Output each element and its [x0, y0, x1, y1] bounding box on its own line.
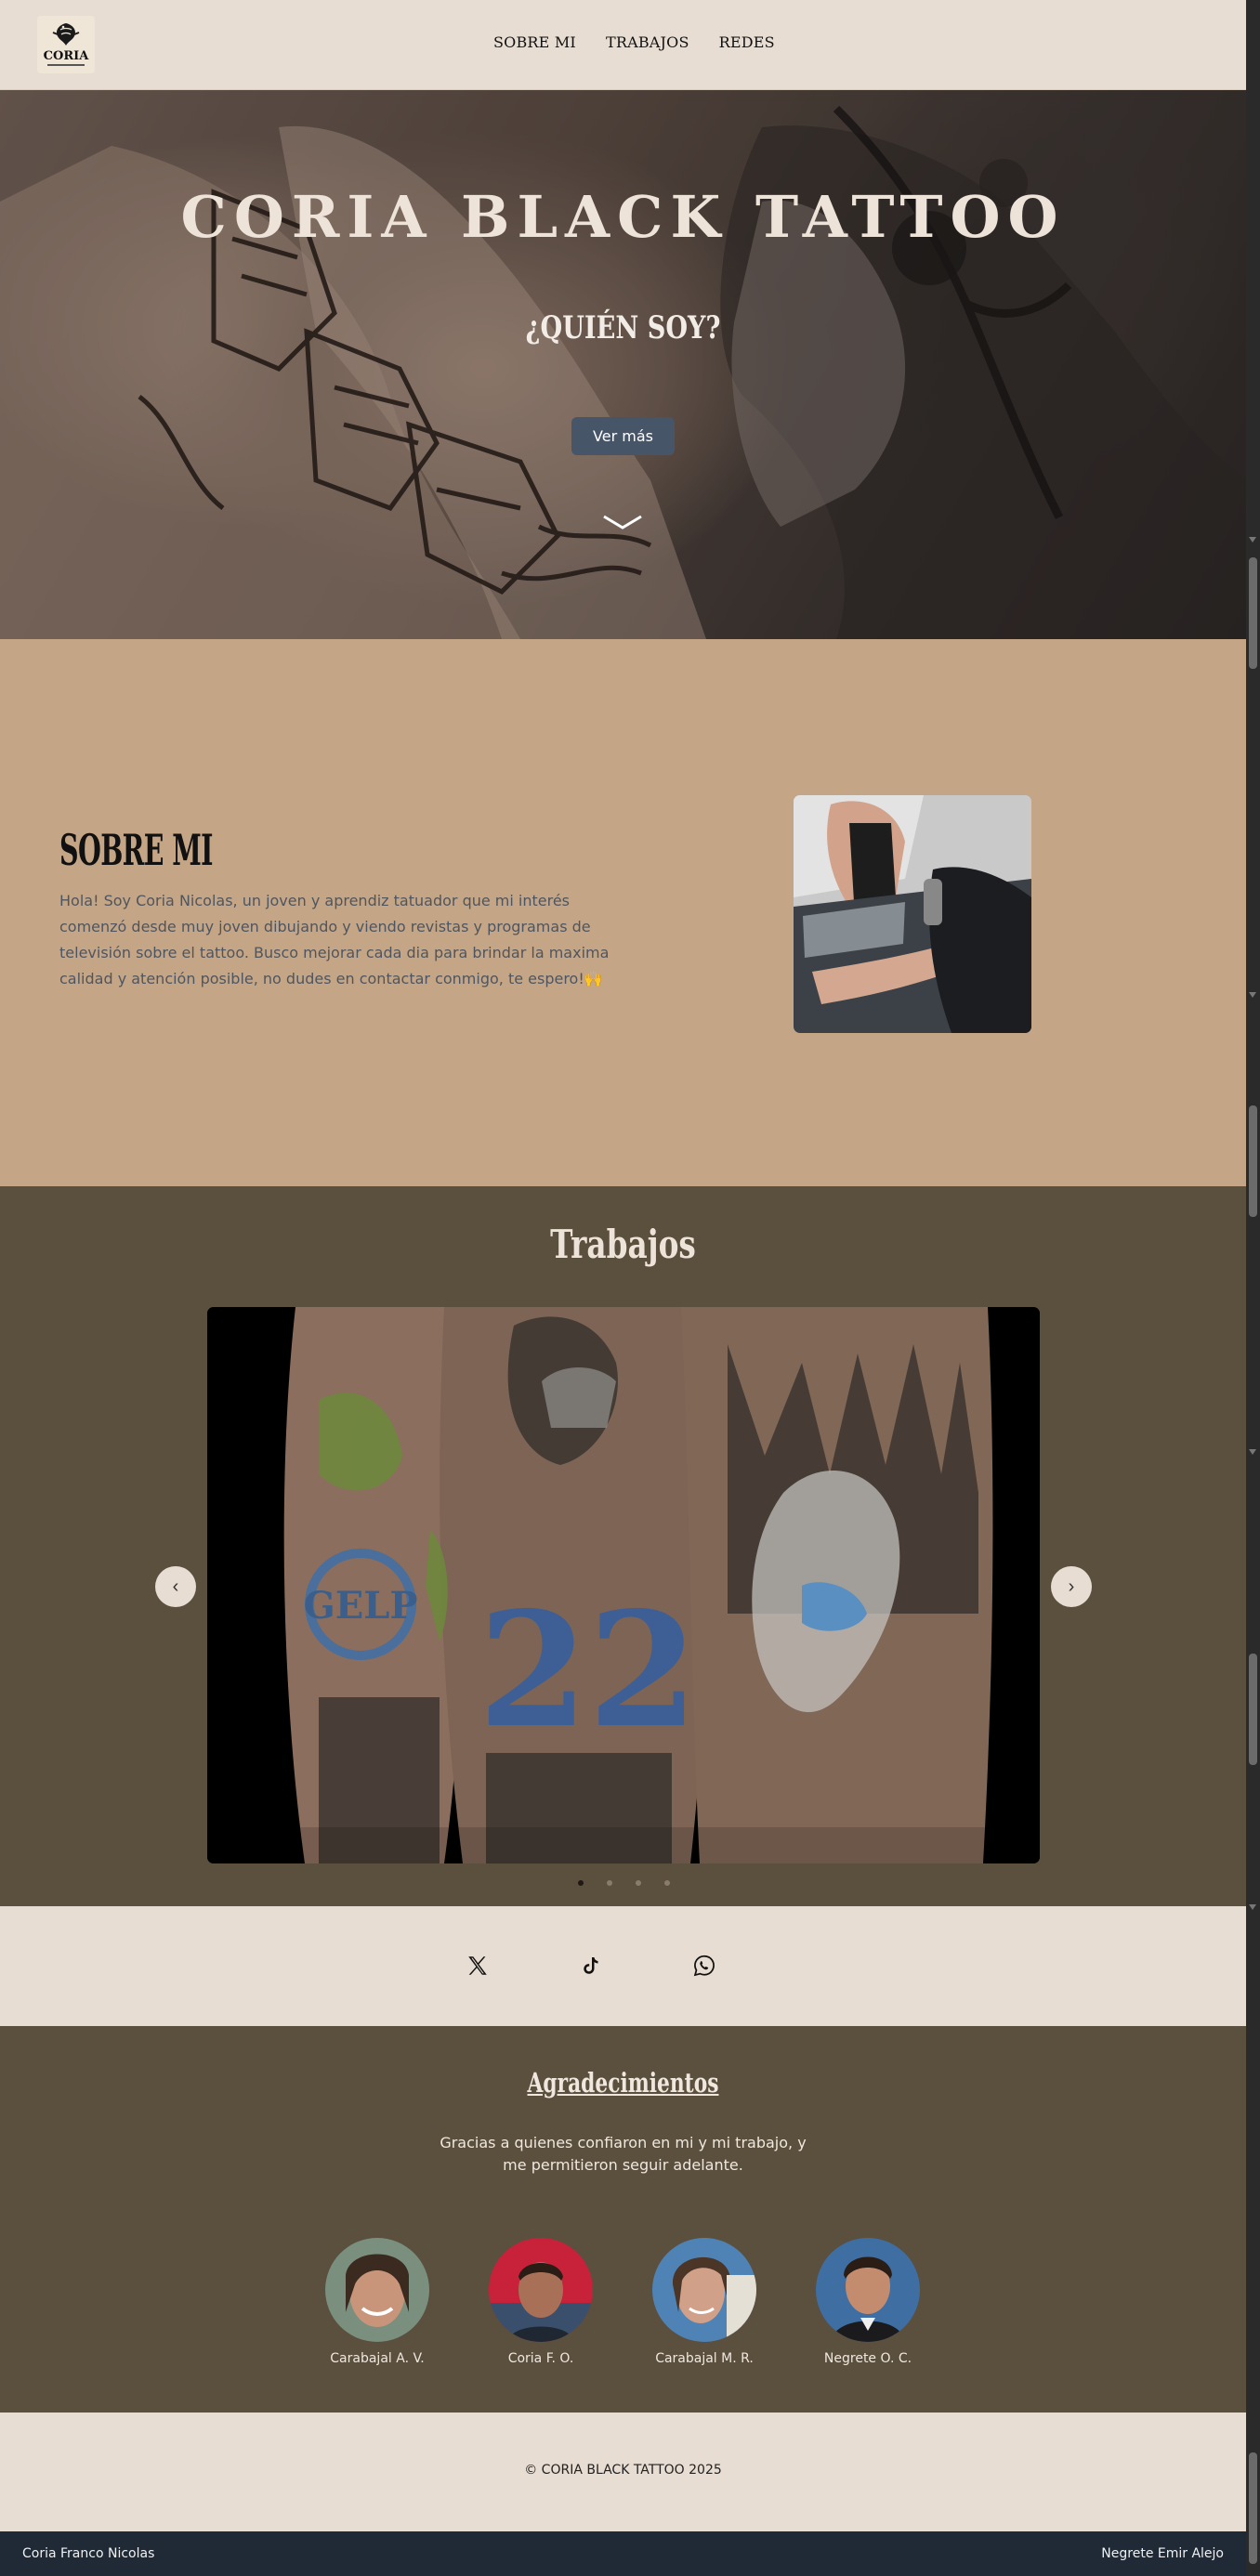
thanks-person: Carabajal M. R.: [639, 2238, 769, 2366]
ver-mas-button[interactable]: Ver más: [571, 417, 675, 455]
person-name: Carabajal A. V.: [330, 2351, 425, 2366]
hero-background-image: [0, 90, 1246, 639]
nav-link-trabajos[interactable]: TRABAJOS: [606, 33, 689, 51]
works-carousel[interactable]: GELP 22: [207, 1307, 1040, 1863]
hero-section: CORIA BLACK TATTOO ¿QUIÉN SOY? Ver más: [0, 90, 1246, 639]
carousel-next-button[interactable]: ›: [1051, 1566, 1092, 1607]
x-icon[interactable]: [461, 1949, 494, 1982]
scrollbar-thumb[interactable]: [1249, 2452, 1257, 2564]
scrollbar-thumb[interactable]: [1249, 557, 1257, 669]
scrollbar-thumb[interactable]: [1249, 1654, 1257, 1765]
logo-text: CORIA: [43, 49, 89, 63]
nav-link-sobre-mi[interactable]: SOBRE MI: [493, 33, 576, 51]
thanks-person: Carabajal A. V.: [312, 2238, 442, 2366]
page: CORIA SOBRE MI TRABAJOS REDES CORIA BLAC…: [0, 0, 1246, 2576]
avatar: [816, 2238, 920, 2342]
thanks-person: Coria F. O.: [476, 2238, 606, 2366]
person-name: Negrete O. C.: [823, 2351, 912, 2366]
whatsapp-icon[interactable]: [688, 1949, 721, 1982]
thanks-title: Agradecimientos: [527, 2067, 719, 2099]
carousel-indicators: [578, 1880, 670, 1886]
about-text: Hola! Soy Coria Nicolas, un joven y apre…: [59, 892, 610, 987]
carousel-dot[interactable]: [578, 1880, 584, 1886]
copyright-text: © CORIA BLACK TATTOO 2025: [524, 2463, 722, 2478]
tattoo-artist-photo: [794, 795, 1031, 1033]
person-name: Carabajal M. R.: [655, 2351, 754, 2366]
page-scrollbar[interactable]: [1246, 0, 1260, 2576]
svg-text:GELP: GELP: [304, 1584, 418, 1628]
scroll-down-icon[interactable]: [1249, 537, 1256, 543]
nav-link-redes[interactable]: REDES: [719, 33, 775, 51]
carousel-dot[interactable]: [636, 1880, 641, 1886]
chevron-down-icon[interactable]: [602, 513, 643, 531]
avatar: [652, 2238, 756, 2342]
credit-right: Negrete Emir Alejo: [1101, 2546, 1224, 2561]
scroll-down-icon[interactable]: [1249, 1904, 1256, 1910]
credits-bar: Coria Franco Nicolas Negrete Emir Alejo: [0, 2531, 1246, 2576]
scrollbar-thumb[interactable]: [1249, 1105, 1257, 1217]
dragon-logo-icon: [52, 23, 80, 46]
scroll-down-icon[interactable]: [1249, 992, 1256, 998]
tiktok-icon[interactable]: [574, 1949, 608, 1982]
scroll-down-icon[interactable]: [1249, 1449, 1256, 1455]
slide-number-text: 22: [479, 1577, 699, 1763]
credit-left: Coria Franco Nicolas: [22, 2546, 155, 2561]
site-footer: © CORIA BLACK TATTOO 2025: [0, 2413, 1246, 2531]
person-name: Coria F. O.: [507, 2351, 574, 2366]
thanks-section: Agradecimientos Gracias a quienes confia…: [0, 2026, 1246, 2413]
thanks-person: Negrete O. C.: [803, 2238, 933, 2366]
site-header: CORIA SOBRE MI TRABAJOS REDES: [0, 0, 1246, 90]
logo-underline: [37, 64, 95, 67]
thanks-text: Gracias a quienes confiaron en mi y mi t…: [440, 2134, 807, 2174]
hero-subtitle: ¿QUIÉN SOY?: [525, 309, 721, 347]
about-title: SOBRE MI: [59, 825, 213, 875]
about-section: SOBRE MI Hola! Soy Coria Nicolas, un jov…: [0, 639, 1246, 1186]
carousel-dot[interactable]: [607, 1880, 612, 1886]
avatar: [325, 2238, 429, 2342]
carousel-prev-button[interactable]: ‹: [155, 1566, 196, 1607]
works-section: Trabajos GELP 22 ‹ ›: [0, 1186, 1246, 1906]
about-photo: [794, 795, 1031, 1033]
avatar: [489, 2238, 593, 2342]
carousel-dot[interactable]: [664, 1880, 670, 1886]
works-title: Trabajos: [550, 1222, 696, 1267]
logo[interactable]: CORIA: [37, 16, 95, 73]
hero-title: CORIA BLACK TATTOO: [180, 183, 1066, 251]
socials-section: [0, 1906, 1246, 2026]
carousel-slide-image: GELP 22: [207, 1307, 1040, 1863]
main-nav: SOBRE MI TRABAJOS REDES: [493, 33, 775, 51]
